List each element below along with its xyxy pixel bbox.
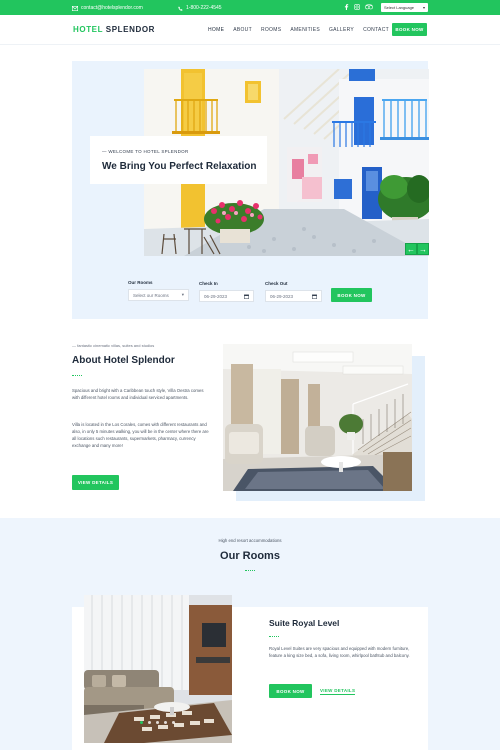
language-select[interactable]: Select Language ▾: [381, 3, 428, 12]
about-image: [223, 344, 412, 491]
title-divider: [269, 636, 279, 638]
rooms-kicker: High end resort accommodations: [218, 538, 282, 543]
nav-item-about[interactable]: ABOUT: [233, 27, 252, 33]
contact-email[interactable]: contact@hotelsplendor.com: [72, 5, 143, 11]
arrow-right-icon[interactable]: →: [417, 243, 429, 255]
title-divider: [72, 375, 82, 377]
chevron-down-icon: ▾: [181, 292, 184, 297]
calendar-icon: [244, 294, 249, 299]
nav-item-contact[interactable]: CONTACT: [363, 27, 389, 33]
checkout-date-input[interactable]: 06-29-2023: [265, 290, 322, 302]
checkin-date-input[interactable]: 06-29-2023: [199, 290, 254, 302]
instagram-icon[interactable]: [354, 4, 360, 10]
top-bar: contact@hotelsplendor.com 1-800-222-4545…: [0, 0, 500, 15]
about-title: About Hotel Splendor: [72, 355, 175, 366]
carousel-dot[interactable]: [140, 721, 143, 724]
about-paragraph-1: Spacious and bright with a Caribbean tou…: [72, 388, 204, 400]
email-text: contact@hotelsplendor.com: [81, 5, 143, 11]
booking-submit-button[interactable]: BOOK NOW: [331, 288, 372, 302]
logo-word-hotel: HOTEL: [73, 25, 103, 34]
hero-title: We Bring You Perfect Relaxation: [102, 161, 257, 172]
room-title: Suite Royal Level: [269, 618, 340, 628]
contact-phone[interactable]: 1-800-222-4545: [178, 5, 222, 11]
logo-word-splendor: SPLENDOR: [105, 25, 156, 34]
rooms-label: Our Rooms: [128, 280, 153, 285]
nav-item-gallery[interactable]: GALLERY: [329, 27, 354, 33]
rooms-title: Our Rooms: [220, 550, 280, 562]
site-logo[interactable]: HOTEL SPLENDOR: [73, 25, 155, 34]
about-view-details-button[interactable]: VIEW DETAILS: [72, 475, 119, 490]
social-links: [344, 4, 373, 10]
carousel-dot[interactable]: [148, 721, 151, 724]
room-description: Royal Level Suites are very spacious and…: [269, 646, 410, 658]
nav-book-now-button[interactable]: BOOK NOW: [392, 23, 427, 36]
carousel-dot[interactable]: [156, 721, 159, 724]
nav-menu: HOME ABOUT ROOMS AMENITIES GALLERY CONTA…: [208, 27, 389, 33]
nav-item-home[interactable]: HOME: [208, 27, 224, 33]
room-book-now-button[interactable]: BOOK NOW: [269, 684, 312, 698]
main-navbar: HOTEL SPLENDOR HOME ABOUT ROOMS AMENITIE…: [0, 15, 500, 45]
chevron-down-icon: ▾: [422, 5, 425, 10]
nav-item-amenities[interactable]: AMENITIES: [290, 27, 320, 33]
hero-kicker: — WELCOME TO HOTEL SPLENDOR: [102, 149, 189, 154]
rooms-select-value: Select our Rooms: [133, 292, 169, 298]
calendar-icon: [312, 294, 317, 299]
mail-icon: [72, 5, 78, 11]
carousel-dot[interactable]: [164, 721, 167, 724]
phone-text: 1-800-222-4545: [186, 5, 222, 11]
phone-icon: [178, 6, 183, 11]
checkout-date-value: 06-29-2023: [270, 293, 294, 299]
carousel-dot[interactable]: [172, 721, 175, 724]
about-kicker: — fantastic cinematic villas, suites and…: [72, 343, 155, 348]
facebook-icon[interactable]: [344, 4, 349, 10]
nav-item-rooms[interactable]: ROOMS: [261, 27, 281, 33]
arrow-left-icon[interactable]: ←: [405, 243, 417, 255]
title-divider: [245, 570, 255, 572]
rooms-select[interactable]: Select our Rooms ▾: [128, 289, 189, 301]
room-carousel-dots: [140, 721, 175, 724]
tripadvisor-icon[interactable]: [365, 4, 373, 10]
language-label: Select Language: [384, 5, 415, 10]
about-paragraph-2: Villa is located in the Los Corales, com…: [72, 422, 209, 448]
checkout-label: Check Out: [265, 281, 288, 286]
checkin-label: Check In: [199, 281, 218, 286]
hero-slider-arrows: ← →: [405, 243, 429, 255]
checkin-date-value: 06-29-2023: [204, 293, 228, 299]
room-view-details-link[interactable]: VIEW DETAILS: [320, 688, 356, 695]
hero-card: — WELCOME TO HOTEL SPLENDOR We Bring You…: [90, 136, 267, 184]
